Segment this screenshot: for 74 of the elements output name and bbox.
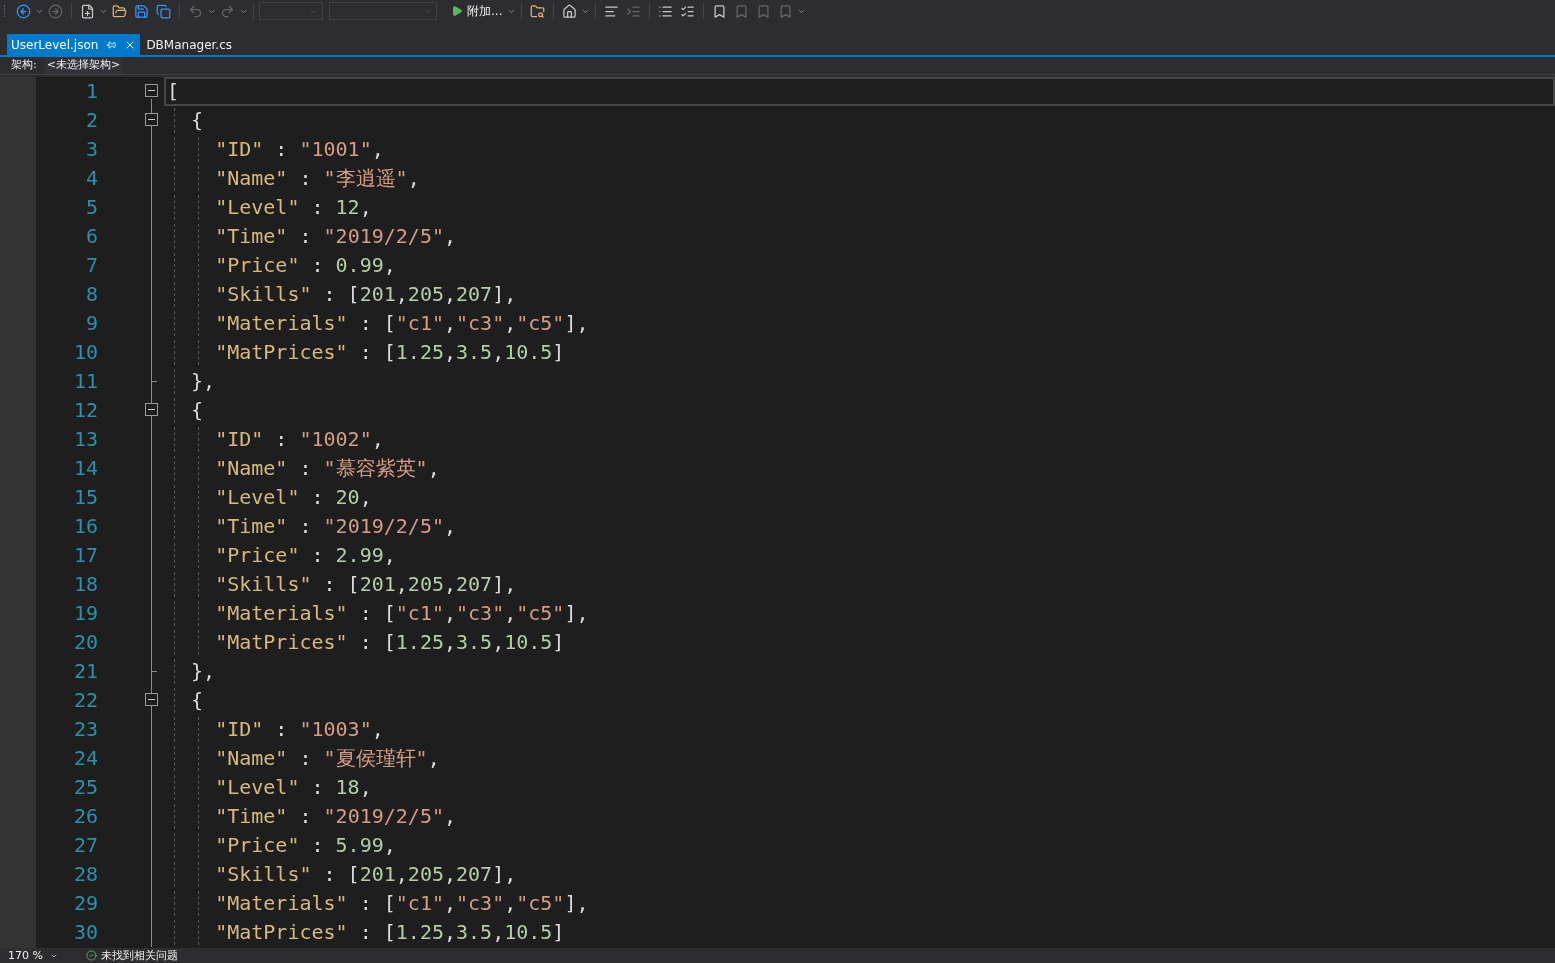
line-number: 6 bbox=[84, 223, 98, 250]
collapse-toggle[interactable] bbox=[145, 693, 158, 706]
code-line: }, bbox=[190, 369, 216, 394]
collapse-toggle[interactable] bbox=[145, 403, 158, 416]
code-line: "ID" : "1002", bbox=[214, 427, 384, 452]
line-number: 27 bbox=[72, 832, 98, 859]
line-number: 28 bbox=[72, 861, 98, 888]
editor-tab[interactable]: DBManager.cs bbox=[142, 34, 236, 55]
line-number: 24 bbox=[72, 745, 98, 772]
line-number: 3 bbox=[84, 136, 98, 163]
project-dropdown[interactable]: <未选择架构> bbox=[44, 57, 123, 74]
code-line: "Materials" : ["c1","c3","c5"], bbox=[214, 891, 589, 916]
code-line: "Name" : "夏侯瑾轩", bbox=[214, 746, 440, 771]
line-number: 8 bbox=[84, 281, 98, 308]
line-number: 25 bbox=[72, 774, 98, 801]
code-line: "Name" : "李逍遥", bbox=[214, 166, 420, 191]
line-number: 1 bbox=[84, 78, 98, 105]
code-line: "Price" : 0.99, bbox=[214, 253, 396, 278]
line-number: 26 bbox=[72, 803, 98, 830]
collapse-toggle[interactable] bbox=[145, 84, 158, 97]
code-line: "Level" : 20, bbox=[214, 485, 372, 510]
line-number: 19 bbox=[72, 600, 98, 627]
line-number: 2 bbox=[84, 107, 98, 134]
code-line: "MatPrices" : [1.25,3.5,10.5] bbox=[214, 340, 565, 365]
line-number: 20 bbox=[72, 629, 98, 656]
code-line: "MatPrices" : [1.25,3.5,10.5] bbox=[214, 630, 565, 655]
code-line: "ID" : "1001", bbox=[214, 137, 384, 162]
code-line: [ bbox=[167, 79, 180, 104]
line-number: 9 bbox=[84, 310, 98, 337]
code-line: "Name" : "慕容紫英", bbox=[214, 456, 440, 481]
collapse-toggle[interactable] bbox=[145, 113, 158, 126]
line-number: 16 bbox=[72, 513, 98, 540]
code-line: "Skills" : [201,205,207], bbox=[214, 572, 517, 597]
navigation-label: 架构: bbox=[11, 57, 37, 74]
code-line: "MatPrices" : [1.25,3.5,10.5] bbox=[214, 920, 565, 945]
line-number: 4 bbox=[84, 165, 98, 192]
code-line: { bbox=[190, 108, 204, 133]
code-line: "Time" : "2019/2/5", bbox=[214, 224, 456, 249]
code-line: "Price" : 5.99, bbox=[214, 833, 396, 858]
line-number: 14 bbox=[72, 455, 98, 482]
line-number: 15 bbox=[72, 484, 98, 511]
line-number: 7 bbox=[84, 252, 98, 279]
editor-tab[interactable]: UserLevel.json bbox=[7, 34, 141, 55]
code-line: "Level" : 18, bbox=[214, 775, 372, 800]
line-number: 12 bbox=[72, 397, 98, 424]
check-icon bbox=[86, 950, 97, 961]
line-number: 10 bbox=[72, 339, 98, 366]
line-number: 13 bbox=[72, 426, 98, 453]
code-line: "Time" : "2019/2/5", bbox=[214, 514, 456, 539]
code-line: }, bbox=[190, 659, 216, 684]
line-number: 11 bbox=[72, 368, 98, 395]
code-line: { bbox=[190, 398, 204, 423]
code-line: "Level" : 12, bbox=[214, 195, 372, 220]
code-line: "Materials" : ["c1","c3","c5"], bbox=[214, 311, 589, 336]
line-number: 18 bbox=[72, 571, 98, 598]
code-line: "ID" : "1003", bbox=[214, 717, 384, 742]
pin-icon[interactable] bbox=[106, 39, 117, 50]
attach-button[interactable]: 附加... bbox=[447, 2, 507, 20]
line-number: 5 bbox=[84, 194, 98, 221]
line-number: 22 bbox=[72, 687, 98, 714]
issues-status[interactable]: 未找到相关问题 bbox=[101, 950, 178, 961]
code-line: "Materials" : ["c1","c3","c5"], bbox=[214, 601, 589, 626]
play-icon bbox=[451, 5, 463, 17]
code-line: "Skills" : [201,205,207], bbox=[214, 862, 517, 887]
line-number: 30 bbox=[72, 919, 98, 946]
code-line: "Skills" : [201,205,207], bbox=[214, 282, 517, 307]
code-line: "Price" : 2.99, bbox=[214, 543, 396, 568]
line-number: 21 bbox=[72, 658, 98, 685]
line-number: 29 bbox=[72, 890, 98, 917]
zoom-dropdown[interactable]: 170 % bbox=[0, 950, 66, 961]
code-line: "Time" : "2019/2/5", bbox=[214, 804, 456, 829]
line-number: 23 bbox=[72, 716, 98, 743]
line-number: 17 bbox=[72, 542, 98, 569]
code-line: { bbox=[190, 688, 204, 713]
